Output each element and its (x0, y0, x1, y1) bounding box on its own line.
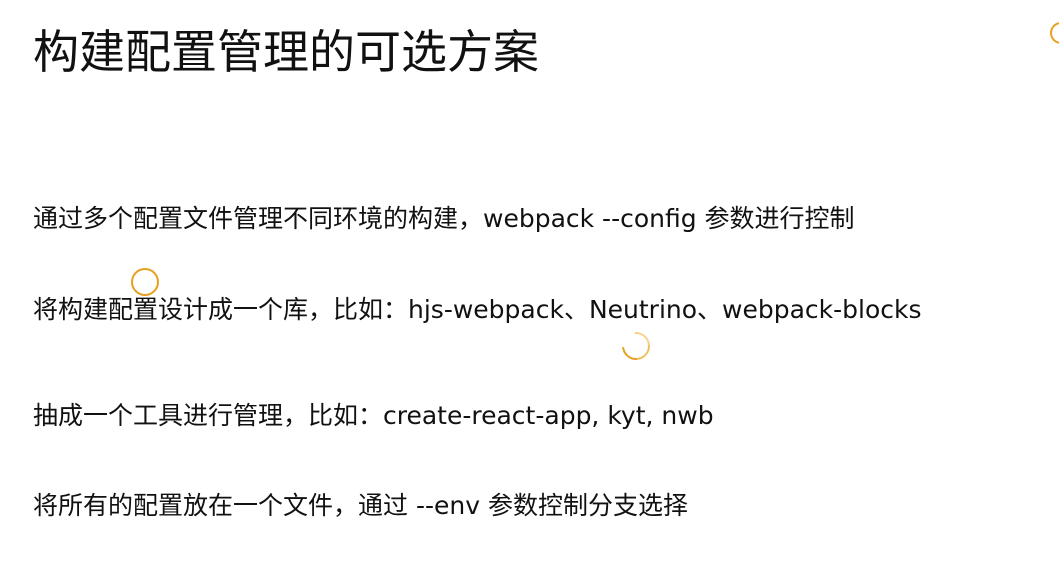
slide: 构建配置管理的可选方案 通过多个配置文件管理不同环境的构建，webpack --… (0, 0, 1059, 588)
bullet-item: 将构建配置设计成一个库，比如：hjs-webpack、Neutrino、webp… (33, 295, 922, 324)
cursor-loading-ring-icon (616, 326, 656, 366)
slide-title: 构建配置管理的可选方案 (33, 25, 539, 79)
cursor-highlight-ring-icon (1050, 22, 1059, 44)
bullet-item: 将所有的配置放在一个文件，通过 --env 参数控制分支选择 (33, 491, 688, 520)
bullet-item: 抽成一个工具进行管理，比如：create-react-app, kyt, nwb (33, 401, 714, 430)
bullet-item: 通过多个配置文件管理不同环境的构建，webpack --config 参数进行控… (33, 204, 855, 233)
cursor-highlight-ring-icon (131, 268, 159, 296)
